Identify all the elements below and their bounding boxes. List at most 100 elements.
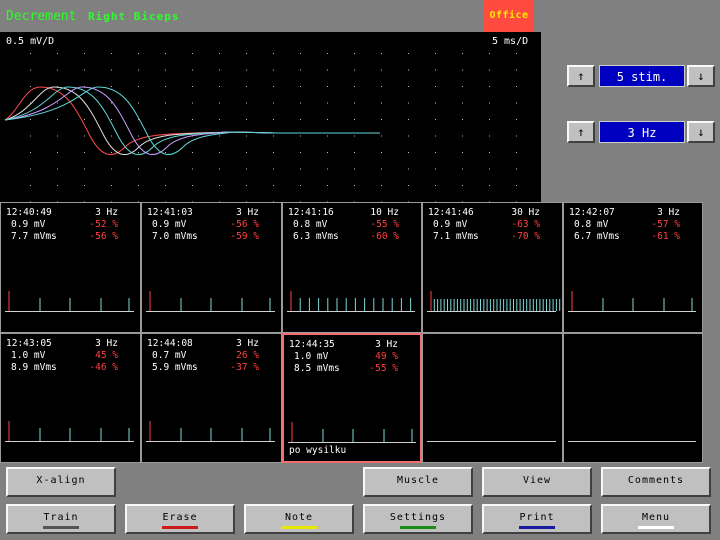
train-cell[interactable]: 12:42:07 3 Hz 0.8 mV -57 % 6.7 mVms -61 % <box>563 202 703 333</box>
grid-dot <box>489 152 490 153</box>
grid-dot <box>327 168 328 170</box>
waveform-trace <box>4 86 380 156</box>
train-cell[interactable]: 12:44:08 3 Hz 0.7 mV 26 % 5.9 mVms -37 % <box>141 333 282 463</box>
grid-dot <box>57 53 58 54</box>
grid-dot <box>192 168 193 170</box>
stim-count-up-button[interactable]: ↑ <box>567 65 595 87</box>
grid-dot <box>408 86 409 87</box>
grid-dot <box>30 135 31 137</box>
grid-dot <box>435 152 436 153</box>
grid-dot <box>300 152 301 153</box>
frequency-down-button[interactable]: ↓ <box>687 121 715 143</box>
grid-dot <box>381 152 382 153</box>
grid-dot <box>111 152 112 153</box>
grid-dot <box>300 86 301 87</box>
train-cell[interactable]: 12:40:49 3 Hz 0.9 mV -52 % 7.7 mVms -56 % <box>0 202 141 333</box>
frequency-up-button[interactable]: ↑ <box>567 121 595 143</box>
grid-dot <box>219 53 220 54</box>
grid-dot <box>138 53 139 54</box>
erase-button[interactable]: Erase <box>125 504 235 534</box>
view-button[interactable]: View <box>482 467 592 497</box>
x-align-button[interactable]: X-align <box>6 467 116 497</box>
train-cell[interactable] <box>563 333 703 463</box>
grid-dot <box>327 102 328 104</box>
grid-dot <box>489 86 490 87</box>
stim-count-down-button[interactable]: ↓ <box>687 65 715 87</box>
grid-dot <box>111 102 112 104</box>
grid-dot <box>192 152 193 153</box>
grid-dot <box>516 53 517 54</box>
grid-dot <box>435 135 436 137</box>
grid-dot <box>111 168 112 170</box>
train-cell[interactable]: 12:41:03 3 Hz 0.9 mV -56 % 7.0 mVms -59 % <box>141 202 282 333</box>
muscle-button[interactable]: Muscle <box>363 467 473 497</box>
grid-dot <box>381 168 382 170</box>
grid-dot <box>138 102 139 104</box>
train-cell[interactable]: 12:41:46 30 Hz 0.9 mV -63 % 7.1 mVms -70 % <box>422 202 563 333</box>
grid-dot <box>435 86 436 87</box>
grid-dot <box>111 185 112 186</box>
grid-dot <box>300 119 301 120</box>
grid-dot <box>300 69 301 71</box>
train-cell[interactable]: 12:44:35 3 Hz 1.0 mV 49 % 8.5 mVms -55 % po wy… <box>282 333 422 463</box>
grid-dot <box>165 119 166 120</box>
grid-dot <box>354 185 355 186</box>
grid-dot <box>462 119 463 120</box>
print-button[interactable]: Print <box>482 504 592 534</box>
grid-dot <box>111 53 112 54</box>
grid-dot <box>354 86 355 87</box>
grid-dot <box>246 102 247 104</box>
grid-dot <box>435 185 436 186</box>
grid-dot <box>84 152 85 153</box>
grid-dot <box>219 152 220 153</box>
train-cell[interactable]: 12:43:05 3 Hz 1.0 mV 45 % 8.9 mVms -46 % <box>0 333 141 463</box>
grid-dot <box>273 69 274 71</box>
stim-count-value[interactable]: 5 stim. <box>599 65 685 87</box>
comments-button[interactable]: Comments <box>601 467 711 497</box>
grid-dot <box>462 86 463 87</box>
settings-button[interactable]: Settings <box>363 504 473 534</box>
mode-label: Decrement <box>6 9 77 24</box>
grid-dot <box>57 69 58 71</box>
stimulus-markers <box>423 334 563 463</box>
muscle-label: Right Biceps <box>88 10 180 23</box>
grid-dot <box>30 86 31 87</box>
note-color-bar <box>281 526 317 529</box>
grid-dot <box>57 185 58 186</box>
grid-dot <box>408 152 409 153</box>
office-indicator[interactable]: Office <box>484 0 534 32</box>
grid-dot <box>57 119 58 120</box>
grid-dot <box>516 135 517 137</box>
train-button[interactable]: Train <box>6 504 116 534</box>
grid-dot <box>84 135 85 137</box>
train-color-bar <box>43 526 79 529</box>
grid-dot <box>327 119 328 120</box>
grid-dot <box>489 53 490 54</box>
grid-dot <box>435 53 436 54</box>
grid-dot <box>435 168 436 170</box>
grid-dot <box>246 86 247 87</box>
grid-dot <box>138 185 139 186</box>
grid-dot <box>516 168 517 170</box>
grid-dot <box>84 168 85 170</box>
grid-dot <box>381 69 382 71</box>
train-cell[interactable]: 12:41:16 10 Hz 0.8 mV -55 % 6.3 mVms -60 % <box>282 202 422 333</box>
grid-dot <box>30 53 31 54</box>
menu-button[interactable]: Menu <box>601 504 711 534</box>
grid-dot <box>300 168 301 170</box>
grid-dot <box>219 185 220 186</box>
stimulus-markers <box>290 291 412 311</box>
train-cell[interactable] <box>422 333 563 463</box>
grid-dot <box>84 69 85 71</box>
note-button[interactable]: Note <box>244 504 354 534</box>
grid-dot <box>462 168 463 170</box>
grid-dot <box>354 102 355 104</box>
grid-dot <box>516 86 517 87</box>
grid-dot <box>57 102 58 104</box>
grid-dot <box>246 119 247 120</box>
frequency-value[interactable]: 3 Hz <box>599 121 685 143</box>
grid-dot <box>408 185 409 186</box>
settings-color-bar <box>400 526 436 529</box>
grid-dot <box>246 168 247 170</box>
grid-dot <box>408 135 409 137</box>
